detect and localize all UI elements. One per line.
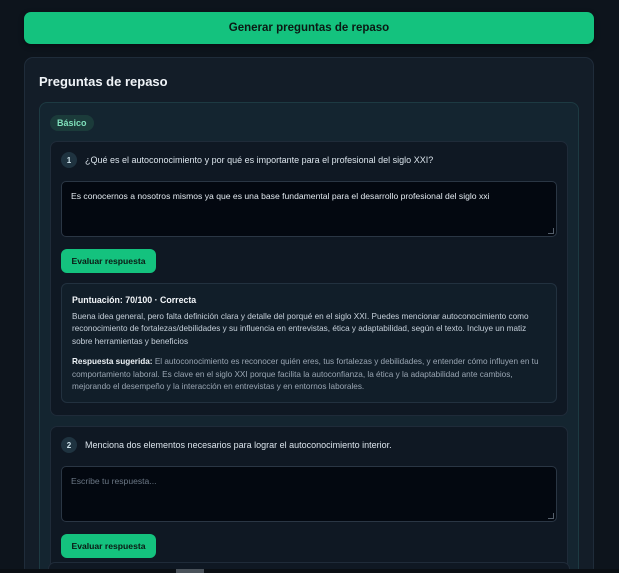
scrollbar-thumb[interactable] xyxy=(176,569,204,573)
horizontal-scrollbar[interactable] xyxy=(0,569,619,573)
question-text: ¿Qué es el autoconocimiento y por qué es… xyxy=(85,155,434,165)
feedback-box: Puntuación: 70/100 · Correcta Buena idea… xyxy=(61,283,557,404)
question-text: Menciona dos elementos necesarios para l… xyxy=(85,440,392,451)
answer-textarea[interactable]: Escribe tu respuesta... xyxy=(61,466,557,523)
question-header: 2 Menciona dos elementos necesarios para… xyxy=(61,437,557,454)
resize-handle-icon[interactable] xyxy=(548,228,554,234)
review-panel: Preguntas de repaso Básico 1 ¿Qué es el … xyxy=(24,57,594,573)
question-number: 2 xyxy=(61,437,77,454)
answer-text: Es conocernos a nosotros mismos ya que e… xyxy=(71,191,490,201)
answer-placeholder: Escribe tu respuesta... xyxy=(71,476,157,487)
level-badge: Básico xyxy=(50,115,94,131)
feedback-text: Buena idea general, pero falta definició… xyxy=(72,312,529,346)
score-text: Puntuación: 70/100 · Correcta xyxy=(72,295,197,305)
suggested-answer: Respuesta sugerida: El autoconocimiento … xyxy=(72,356,546,393)
evaluate-answer-button[interactable]: Evaluar respuesta xyxy=(61,534,156,559)
evaluate-answer-button[interactable]: Evaluar respuesta xyxy=(61,249,156,273)
suggested-answer-label: Respuesta sugerida: xyxy=(72,357,153,367)
generate-questions-button[interactable]: Generar preguntas de repaso xyxy=(24,12,594,44)
question-header: 1 ¿Qué es el autoconocimiento y por qué … xyxy=(61,152,557,168)
level-section-basic: Básico 1 ¿Qué es el autoconocimiento y p… xyxy=(39,102,579,573)
answer-textarea[interactable]: Es conocernos a nosotros mismos ya que e… xyxy=(61,181,557,237)
resize-handle-icon[interactable] xyxy=(548,513,554,520)
page: Generar preguntas de repaso Preguntas de… xyxy=(0,0,619,573)
question-card: 2 Menciona dos elementos necesarios para… xyxy=(50,426,568,572)
review-title: Preguntas de repaso xyxy=(39,74,168,89)
question-number: 1 xyxy=(61,152,77,168)
question-card: 1 ¿Qué es el autoconocimiento y por qué … xyxy=(50,141,568,417)
